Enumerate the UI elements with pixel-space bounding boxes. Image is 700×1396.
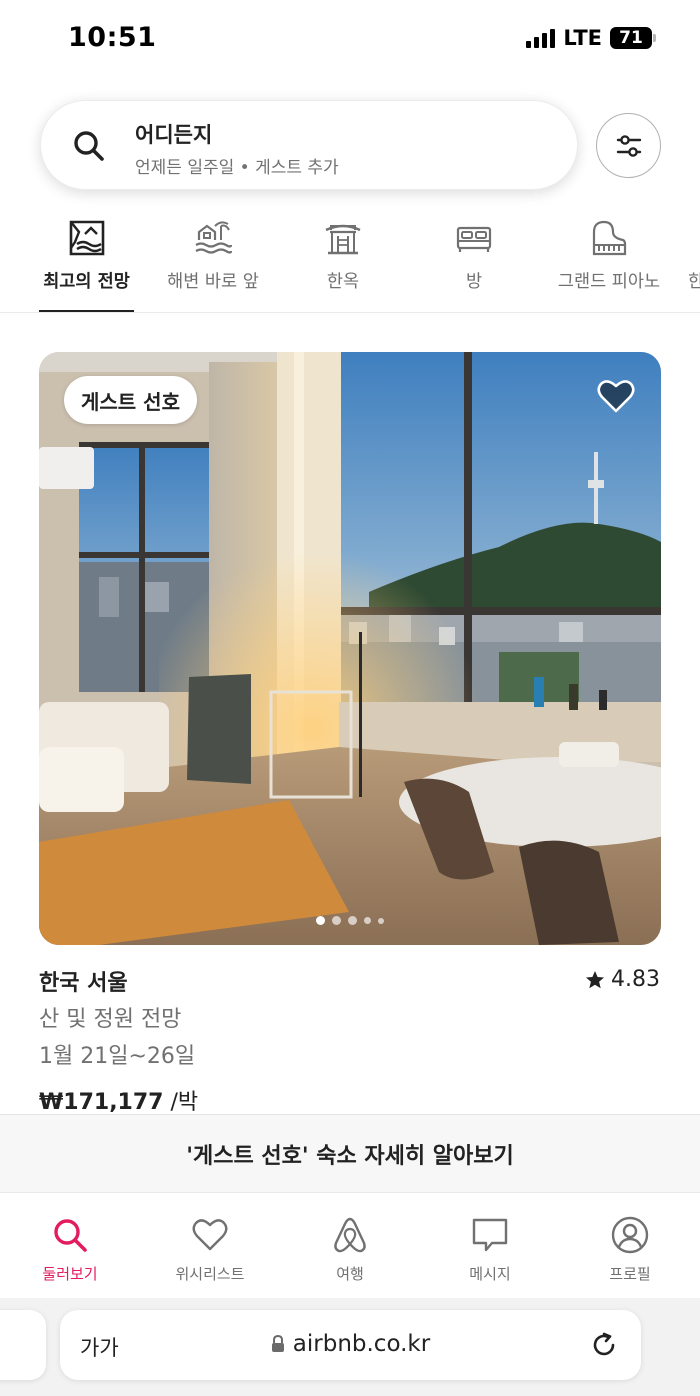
divider [0, 312, 700, 313]
filter-button[interactable] [596, 113, 661, 178]
reload-icon[interactable] [589, 1330, 619, 1360]
airbnb-logo-icon [334, 1217, 366, 1253]
category-label: 해변 바로 앞 [167, 272, 259, 292]
listing-subtitle: 산 및 정원 전망 [39, 1007, 182, 1032]
listing-dates: 1월 21일~26일 [39, 1044, 196, 1069]
address-bar[interactable]: 가가 airbnb.co.kr [60, 1310, 641, 1380]
price-value: ₩171,177 [39, 1090, 164, 1115]
nav-messages[interactable]: 메시지 [435, 1215, 545, 1284]
lock-icon [271, 1335, 284, 1352]
guest-favorite-banner[interactable]: '게스트 선호' 숙소 자세히 알아보기 [0, 1114, 700, 1192]
nav-wishlists[interactable]: 위시리스트 [155, 1215, 265, 1284]
status-indicators: LTE 71 [526, 26, 656, 50]
guest-favorite-badge: 게스트 선호 [64, 376, 197, 424]
listing-photo-image [39, 352, 661, 945]
grand-piano-icon [592, 220, 627, 256]
nav-label: 프로필 [609, 1265, 651, 1283]
beachfront-icon [195, 221, 233, 254]
price-unit: /박 [163, 1090, 199, 1115]
search-bar[interactable]: 어디든지 언제든 일주일 • 게스트 추가 [40, 100, 578, 190]
profile-icon [611, 1216, 649, 1254]
star-icon [586, 970, 605, 988]
status-time: 10:51 [68, 22, 157, 53]
pagination-dot [378, 917, 384, 924]
category-label: 최고의 전망 [43, 272, 130, 292]
search-title: 어디든지 [135, 123, 213, 147]
listing-photo[interactable]: 게스트 선호 [39, 352, 661, 945]
status-bar: 10:51 LTE 71 [0, 0, 700, 80]
category-beachfront[interactable]: 해변 바로 앞 [160, 210, 266, 293]
pagination-dot [332, 916, 341, 925]
category-grand-piano[interactable]: 그랜드 피아노 [550, 210, 668, 293]
search-icon [54, 1219, 87, 1252]
nav-label: 여행 [336, 1265, 364, 1283]
category-hanok[interactable]: 한옥 [293, 210, 393, 293]
hanok-icon [325, 224, 361, 255]
browser-toolbar: 가가 airbnb.co.kr [0, 1298, 700, 1396]
battery-level: 71 [619, 28, 643, 48]
listing-price: ₩171,177 /박 [39, 1084, 198, 1116]
search-icon [74, 131, 104, 161]
category-best-view[interactable]: 최고의 전망 [39, 210, 134, 293]
nav-trips[interactable]: 여행 [295, 1215, 405, 1284]
category-label: 한옥 [326, 272, 360, 292]
category-label: 방 [465, 272, 483, 292]
category-partial[interactable]: 한 [688, 210, 700, 293]
mountain-view-icon [69, 220, 104, 256]
nav-explore[interactable]: 둘러보기 [15, 1215, 125, 1284]
listing-rating: 4.83 [585, 967, 660, 992]
nav-label: 위시리스트 [175, 1265, 245, 1283]
bottom-navigation: 둘러보기 위시리스트 여행 메시지 프로필 [0, 1192, 700, 1298]
search-subtitle: 언제든 일주일 • 게스트 추가 [135, 158, 339, 178]
heart-icon [192, 1219, 228, 1251]
nav-label: 둘러보기 [42, 1265, 98, 1283]
previous-tab[interactable] [0, 1310, 46, 1380]
filter-sliders-icon [616, 134, 641, 157]
category-label: 한 [688, 272, 700, 292]
signal-icon [526, 28, 556, 48]
url-text: airbnb.co.kr [292, 1331, 431, 1357]
battery-icon: 71 [610, 27, 656, 49]
nav-label: 메시지 [469, 1265, 511, 1283]
message-icon [472, 1218, 508, 1252]
rating-value: 4.83 [611, 967, 660, 992]
wishlist-heart-icon[interactable] [597, 378, 635, 414]
network-type: LTE [563, 26, 602, 50]
category-label: 그랜드 피아노 [557, 272, 661, 292]
pagination-dot [364, 917, 371, 924]
room-bed-icon [456, 226, 492, 252]
url-display: airbnb.co.kr [60, 1331, 641, 1357]
category-tabs: 최고의 전망 해변 바로 앞 한옥 방 그랜드 피아노 한 [0, 210, 700, 314]
photo-pagination [39, 916, 661, 925]
nav-profile[interactable]: 프로필 [575, 1215, 685, 1284]
category-room[interactable]: 방 [424, 210, 524, 293]
pagination-dot [316, 916, 325, 925]
pagination-dot [348, 916, 357, 925]
listing-title[interactable]: 한국 서울 [39, 965, 128, 997]
